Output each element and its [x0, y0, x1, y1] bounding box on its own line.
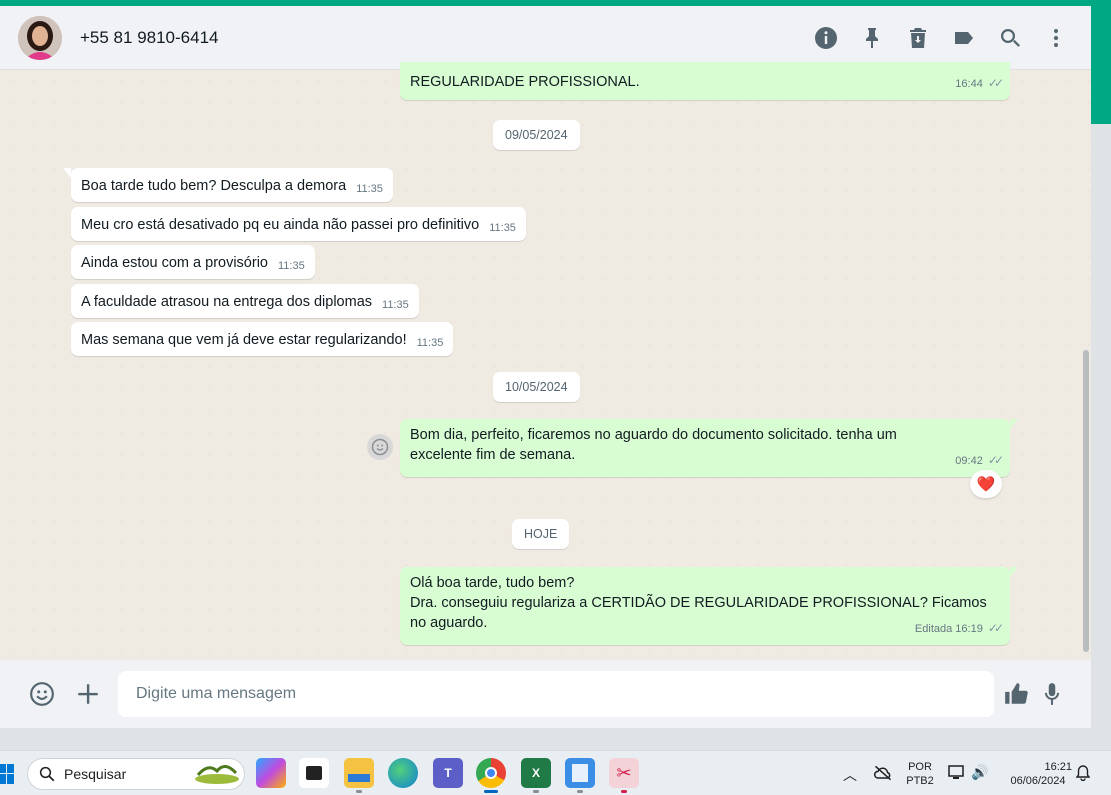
message-list[interactable]: REGULARIDADE PROFISSIONAL. 16:44 ✓✓ 09/0… [0, 62, 1091, 660]
running-indicator [621, 790, 627, 793]
notepad-icon[interactable] [565, 758, 595, 788]
message-text-line: excelente fim de semana. [410, 447, 576, 463]
message-incoming[interactable]: Ainda estou com a provisório 11:35 [71, 245, 315, 279]
message-input[interactable] [118, 671, 994, 717]
message-meta: 16:44 ✓✓ [955, 76, 1004, 91]
message-time: 16:44 [955, 78, 983, 90]
search-highlight-icon [195, 765, 239, 784]
microphone-icon[interactable] [1037, 679, 1067, 709]
cloud-offline-icon[interactable] [873, 764, 893, 787]
message-outgoing[interactable]: Bom dia, perfeito, ficaremos no aguardo … [400, 419, 1018, 477]
info-icon[interactable] [813, 25, 839, 51]
composer [0, 660, 1091, 728]
message-meta: Editada 16:19 ✓✓ [914, 621, 1004, 636]
message-text: A faculdade atrasou na entrega dos diplo… [81, 294, 373, 310]
bubble-tail [63, 168, 71, 178]
running-indicator [356, 790, 362, 793]
heart-icon: ❤️ [976, 476, 996, 493]
message-text: Bom dia, perfeito, ficaremos no aguardo … [410, 427, 897, 443]
avatar[interactable] [18, 15, 62, 60]
running-indicator [533, 790, 539, 793]
message-time: 11:35 [278, 260, 305, 272]
message-text: Meu cro está desativado pq eu ainda não … [81, 217, 480, 233]
label-icon[interactable] [951, 25, 977, 51]
date-divider: 09/05/2024 [493, 120, 580, 150]
message-outgoing[interactable]: Olá boa tarde, tudo bem? Dra. conseguiu … [400, 567, 1018, 645]
menu-icon[interactable] [1043, 25, 1069, 51]
excel-icon[interactable]: X [521, 758, 551, 788]
scrollbar-thumb[interactable] [1083, 350, 1089, 652]
active-indicator [484, 790, 498, 793]
avatar-image [18, 15, 62, 60]
task-view-icon[interactable] [299, 758, 329, 788]
message-outgoing[interactable]: REGULARIDADE PROFISSIONAL. 16:44 ✓✓ [400, 62, 1010, 100]
message-time: 09:42 [955, 455, 983, 467]
clock[interactable]: 16:21 06/06/2024 [1004, 760, 1072, 788]
input-language[interactable]: POR PTB2 [904, 760, 936, 788]
clock-time: 16:21 [1044, 761, 1072, 773]
running-indicator [577, 790, 583, 793]
volume-icon[interactable]: 🔊 [971, 764, 988, 781]
right-gutter [1091, 6, 1111, 746]
start-icon[interactable] [0, 764, 14, 784]
notification-bell-icon[interactable] [1075, 765, 1091, 786]
message-meta: 09:42 ✓✓ [955, 453, 1004, 468]
read-ticks-icon: ✓✓ [987, 76, 1004, 90]
teams-icon[interactable]: T [433, 758, 463, 788]
taskbar-search-label: Pesquisar [64, 766, 127, 782]
chrome-icon[interactable] [476, 758, 506, 788]
read-ticks-icon: ✓✓ [987, 621, 1004, 635]
reaction-badge[interactable]: ❤️ [970, 470, 1002, 498]
pin-icon[interactable] [859, 25, 885, 51]
search-icon[interactable] [997, 25, 1023, 51]
language-code: POR [908, 761, 932, 773]
message-incoming[interactable]: Meu cro está desativado pq eu ainda não … [71, 207, 526, 241]
header-actions [813, 6, 1069, 70]
clear-chat-icon[interactable] [905, 25, 931, 51]
emoji-icon[interactable] [27, 679, 57, 709]
keyboard-layout: PTB2 [906, 775, 934, 787]
chat-header[interactable]: +55 81 9810-6414 [0, 6, 1091, 70]
message-incoming[interactable]: A faculdade atrasou na entrega dos diplo… [71, 284, 419, 318]
message-text: REGULARIDADE PROFISSIONAL. [410, 74, 640, 90]
message-text-line: no aguardo. [410, 615, 488, 631]
attach-plus-icon[interactable] [73, 679, 103, 709]
clock-date: 06/06/2024 [1010, 775, 1066, 787]
bubble-tail [1010, 567, 1018, 577]
network-icon[interactable] [948, 765, 966, 786]
thumbs-up-icon[interactable] [1001, 679, 1031, 709]
message-time: 11:35 [356, 183, 383, 195]
windows-taskbar: Pesquisar T X ✂ ︿ POR PTB2 🔊 16:21 06/06… [0, 750, 1111, 795]
react-emoji-icon[interactable] [367, 434, 393, 460]
message-time: 11:35 [416, 337, 444, 349]
date-divider: HOJE [512, 519, 570, 549]
chevron-up-icon[interactable]: ︿ [843, 765, 857, 785]
message-time: 11:35 [382, 299, 409, 311]
message-text: Dra. conseguiu regulariza a CERTIDÃO DE … [410, 595, 987, 611]
date-divider: 10/05/2024 [493, 372, 580, 402]
message-text: Boa tarde tudo bem? Desculpa a demora [81, 178, 347, 194]
message-time: 11:35 [489, 222, 516, 234]
file-explorer-icon[interactable] [344, 758, 374, 788]
edge-icon[interactable] [388, 758, 418, 788]
message-time: 16:19 [955, 623, 983, 635]
message-text: excelente fim de semana. 09:42 ✓✓ [410, 445, 1004, 468]
search-icon [39, 766, 55, 782]
message-text: no aguardo. Editada 16:19 ✓✓ [410, 613, 1004, 636]
contact-name[interactable]: +55 81 9810-6414 [80, 28, 219, 48]
edited-label: Editada [914, 623, 953, 635]
message-incoming[interactable]: Mas semana que vem já deve estar regular… [71, 322, 454, 356]
copilot-icon[interactable] [256, 758, 286, 788]
read-ticks-icon: ✓✓ [987, 453, 1004, 467]
chat-window: +55 81 9810-6414 REGULARIDADE PROFISSION… [0, 6, 1091, 728]
message-incoming[interactable]: Boa tarde tudo bem? Desculpa a demora 11… [63, 168, 393, 202]
bubble-tail [1010, 419, 1018, 429]
message-text: Ainda estou com a provisório [81, 255, 268, 271]
snipping-tool-icon[interactable]: ✂ [609, 758, 639, 788]
taskbar-search[interactable]: Pesquisar [27, 758, 245, 790]
message-text: Olá boa tarde, tudo bem? [410, 575, 575, 591]
gutter-accent [1091, 6, 1111, 124]
message-text: Mas semana que vem já deve estar regular… [81, 332, 407, 348]
